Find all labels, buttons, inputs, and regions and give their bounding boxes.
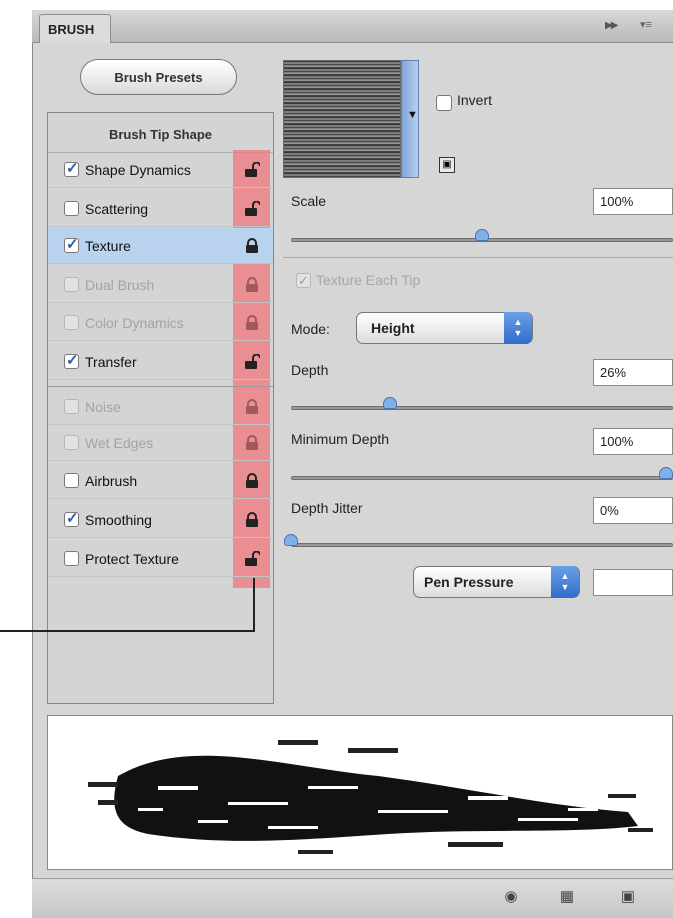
option-label: Dual Brush: [85, 276, 155, 293]
brush-tip-shape-item[interactable]: Brush Tip Shape: [48, 116, 273, 153]
mode-label: Mode:: [291, 321, 330, 337]
lock-icon[interactable]: [244, 473, 260, 489]
lock-icon[interactable]: [244, 399, 260, 415]
depth-field[interactable]: 26%: [593, 359, 673, 386]
unlock-icon[interactable]: [244, 353, 261, 370]
option-checkbox[interactable]: [64, 159, 79, 177]
scale-field[interactable]: 100%: [593, 188, 673, 215]
unlock-icon[interactable]: [244, 161, 261, 178]
depth-label: Depth: [291, 362, 329, 378]
minimum-depth-label: Minimum Depth: [291, 431, 390, 447]
option-label: Smoothing: [85, 511, 152, 528]
brush-stroke-preview: [47, 715, 673, 870]
option-checkbox[interactable]: [64, 315, 79, 330]
brush-option-row[interactable]: Wet Edges: [48, 425, 273, 461]
option-label: Scattering: [85, 200, 149, 217]
control-value-field[interactable]: [593, 569, 673, 596]
brush-option-row[interactable]: Dual Brush: [48, 267, 273, 303]
invert-checkbox[interactable]: [436, 95, 452, 111]
depth-jitter-label: Depth Jitter: [291, 500, 363, 516]
brush-tab[interactable]: BRUSH: [39, 14, 111, 43]
panel-menu-icon[interactable]: ▾≡: [640, 18, 652, 31]
callout-line: [253, 578, 255, 631]
depth-jitter-slider-thumb[interactable]: [284, 534, 299, 546]
chevron-down-icon: ▼: [407, 109, 418, 121]
lock-icon[interactable]: [244, 512, 260, 528]
texture-each-tip-checkbox[interactable]: ✓: [296, 273, 311, 288]
brush-option-row[interactable]: Protect Texture: [48, 541, 273, 577]
lock-icon[interactable]: [244, 435, 260, 451]
scale-label: Scale: [291, 193, 327, 209]
minimum-depth-slider-track[interactable]: [291, 476, 673, 480]
option-label: Protect Texture: [85, 550, 179, 567]
depth-jitter-field[interactable]: 0%: [593, 497, 673, 524]
minimum-depth-field[interactable]: 100%: [593, 428, 673, 455]
new-brush-icon[interactable]: ▣: [618, 887, 638, 907]
minimum-depth-slider-thumb[interactable]: [659, 467, 673, 479]
double-arrow-icon[interactable]: ▶▶: [605, 20, 618, 31]
option-label: Airbrush: [85, 472, 138, 489]
callout-line: [0, 630, 255, 632]
texture-each-tip-label: Texture Each Tip: [316, 272, 421, 288]
option-label: Shape Dynamics: [85, 161, 191, 178]
unlock-icon[interactable]: [244, 200, 261, 217]
brush-option-row[interactable]: Transfer: [48, 344, 273, 380]
option-label: Wet Edges: [85, 434, 154, 451]
eye-brush-icon[interactable]: ◉: [501, 887, 521, 907]
option-label: Texture: [85, 237, 131, 254]
lock-icon[interactable]: [244, 277, 260, 293]
option-label: Noise: [85, 398, 121, 415]
option-checkbox[interactable]: [64, 473, 79, 488]
option-checkbox[interactable]: [64, 399, 79, 414]
invert-label: Invert: [457, 92, 493, 108]
brush-option-row[interactable]: Scattering: [48, 191, 273, 227]
stepper-arrows-icon: ▲ ▼: [551, 566, 579, 598]
panel-title-bar: [32, 10, 673, 43]
option-checkbox[interactable]: [64, 201, 79, 216]
option-label: Transfer: [85, 353, 137, 370]
option-label: Color Dynamics: [85, 314, 184, 331]
option-checkbox[interactable]: [64, 351, 79, 369]
option-checkbox[interactable]: [64, 277, 79, 292]
brush-option-row[interactable]: Smoothing: [48, 502, 273, 538]
mode-select-value: Height: [371, 320, 415, 336]
depth-jitter-slider-track[interactable]: [291, 543, 673, 547]
depth-slider-track[interactable]: [291, 406, 673, 410]
lock-icon[interactable]: [244, 238, 260, 254]
brush-presets-button[interactable]: Brush Presets: [80, 59, 237, 95]
scale-slider-thumb[interactable]: [475, 229, 489, 241]
option-checkbox[interactable]: [64, 435, 79, 450]
control-select[interactable]: Pen Pressure ▲ ▼: [413, 566, 580, 598]
brush-option-row[interactable]: Color Dynamics: [48, 305, 273, 341]
option-checkbox[interactable]: [64, 551, 79, 566]
options-separator: [48, 386, 273, 387]
option-checkbox[interactable]: [64, 509, 79, 527]
brush-option-row[interactable]: Noise: [48, 389, 273, 425]
brush-option-row[interactable]: Texture: [48, 228, 273, 264]
depth-slider-thumb[interactable]: [383, 397, 398, 409]
section-separator: [283, 257, 673, 258]
grid-icon[interactable]: ▦: [557, 887, 577, 907]
brush-stroke-image: [88, 740, 653, 854]
mode-select[interactable]: Height ▲ ▼: [356, 312, 533, 344]
brush-option-row[interactable]: Shape Dynamics: [48, 152, 273, 188]
new-preset-icon[interactable]: ▣: [439, 157, 455, 173]
texture-pattern-thumbnail[interactable]: [283, 60, 401, 178]
brush-option-row[interactable]: Airbrush: [48, 463, 273, 499]
unlock-icon[interactable]: [244, 550, 261, 567]
option-checkbox[interactable]: [64, 235, 79, 253]
lock-icon[interactable]: [244, 315, 260, 331]
stepper-arrows-icon: ▲ ▼: [504, 312, 532, 344]
control-select-value: Pen Pressure: [424, 574, 514, 590]
